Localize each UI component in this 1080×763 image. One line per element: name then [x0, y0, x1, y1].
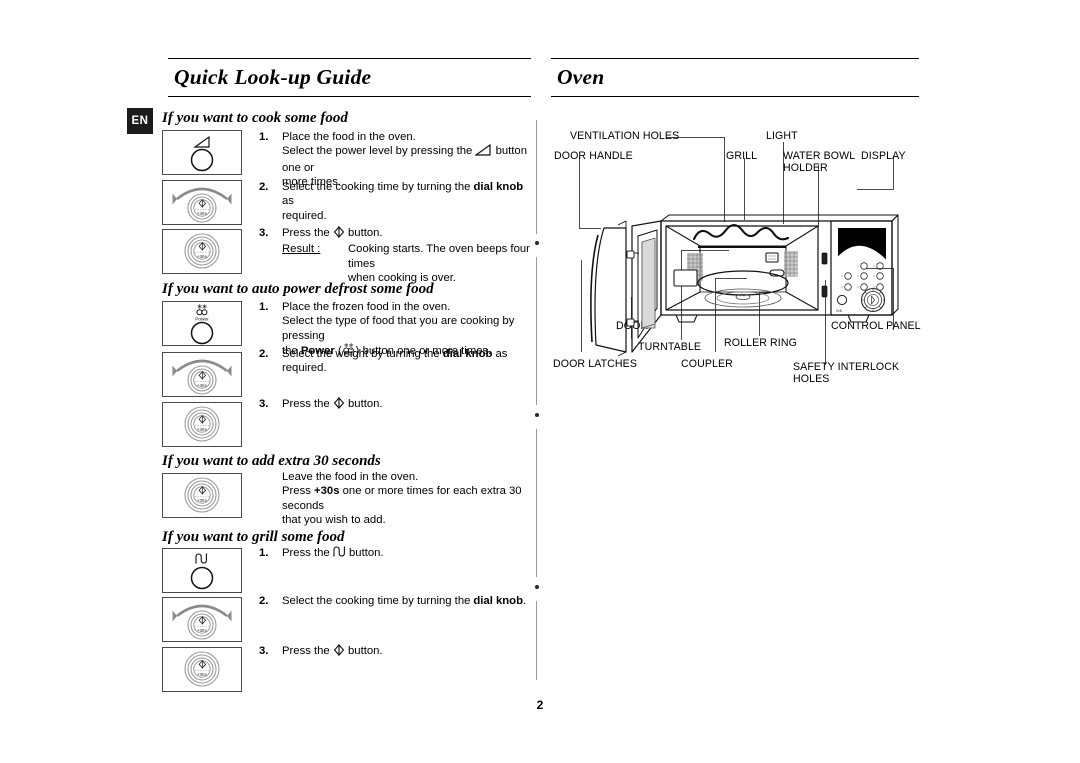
step-number: 1. [259, 131, 269, 143]
step-extra30-1: Leave the food in the oven. Press +30s o… [259, 470, 534, 528]
dial-knob-term: dial knob [473, 595, 523, 607]
divider-segment [536, 601, 537, 680]
svg-text:⌂: ⌂ [841, 274, 843, 278]
start-button-icon [333, 226, 345, 242]
svg-text:+30s: +30s [197, 427, 207, 432]
svg-text:⌂: ⌂ [873, 264, 875, 268]
icon-box-dial-knob-press-grill: +30s [162, 647, 242, 692]
svg-text:⌂: ⌂ [857, 285, 859, 289]
left-rule-bottom [168, 96, 531, 97]
dial-knob-term: dial knob [473, 181, 524, 193]
plus30s-term: +30s [314, 485, 340, 498]
step-text-line: required. [282, 209, 327, 222]
step-cook-3: 3. Press the button. Result : Cooking st… [259, 226, 534, 286]
section-heading-cook: If you want to cook some food [162, 110, 348, 126]
icon-box-power-level-button [162, 130, 242, 175]
step-number: 1. [259, 301, 269, 313]
step-text-line: Select the type of food that you are coo… [282, 315, 515, 342]
svg-text:+30s: +30s [197, 211, 207, 216]
svg-text:⌂: ⌂ [857, 264, 859, 268]
section-heading-grill: If you want to grill some food [162, 529, 345, 545]
result-text-line: Cooking starts. The oven beeps four time… [348, 243, 530, 270]
step-number: 3. [259, 398, 269, 410]
step-text-line: Leave the food in the oven. [282, 471, 419, 483]
divider-dot [534, 413, 539, 417]
step-number: 1. [259, 547, 269, 559]
divider-segment [536, 257, 537, 405]
dial-knob-term: dial knob [442, 348, 493, 360]
svg-text:+30s: +30s [197, 254, 207, 259]
section-heading-defrost: If you want to auto power defrost some f… [162, 281, 434, 297]
step-text-line: that you wish to add. [282, 514, 386, 527]
step-text-line: Place the food in the oven. [282, 131, 416, 143]
icon-box-dial-knob-turn-cook: +30s [162, 180, 242, 225]
step-text-line: Press +30s one or more times for each ex… [282, 485, 522, 512]
step-grill-3: 3. Press the button. [259, 644, 534, 660]
step-text-line: Place the frozen food in the oven. [282, 301, 451, 313]
step-grill-1: 1. Press the button. [259, 546, 534, 562]
step-text-line: Press the button. [282, 546, 534, 562]
oven-illustration: ⌂ ⌂ ⌂ ⌂ ⌂ ⌂ ⌂ ⌂ Grill [590, 214, 899, 357]
divider-segment [536, 429, 537, 577]
start-button-icon [333, 397, 345, 413]
right-rule-bottom [551, 96, 919, 97]
svg-text:Grill: Grill [836, 309, 842, 313]
divider-dot [534, 241, 539, 245]
icon-box-dial-knob-turn-grill: +30s [162, 597, 242, 642]
step-text-line: Select the power level by pressing the b… [282, 144, 527, 174]
page-title-right: Oven [557, 65, 605, 89]
grill-icon [332, 546, 346, 562]
svg-text:⌂: ⌂ [873, 274, 875, 278]
icon-box-plus30s: +30s [162, 473, 242, 518]
step-cook-2: 2. Select the cooking time by turning th… [259, 180, 534, 223]
power-level-icon [475, 144, 492, 160]
result-row: Result : Cooking starts. The oven beeps … [282, 242, 534, 271]
divider-dot [534, 585, 539, 589]
step-text-line: Select the cooking time by turning the di… [282, 595, 527, 607]
step-text-line: Press the button. [282, 226, 534, 242]
step-text-line: Select the cooking time by turning the d… [282, 181, 524, 208]
step-grill-2: 2. Select the cooking time by turning th… [259, 594, 534, 608]
icon-box-dial-knob-press-cook: +30s [162, 229, 242, 274]
step-text-line: Press the button. [282, 397, 534, 413]
step-number: 3. [259, 227, 269, 239]
page-number: 2 [536, 698, 544, 712]
step-number: 2. [259, 181, 269, 193]
step-defrost-2: 2. Select the weight by turning the dial… [259, 347, 534, 376]
step-text-line: Select the weight by turning the dial kn… [282, 348, 508, 375]
step-number: 2. [259, 595, 269, 607]
manual-page: Quick Look-up Guide Oven EN If you want … [0, 0, 1080, 763]
left-column-header: Quick Look-up Guide [168, 58, 531, 97]
step-defrost-3: 3. Press the button. [259, 397, 534, 413]
result-label: Result : [282, 243, 321, 256]
icon-box-dial-knob-press-defrost: +30s [162, 402, 242, 447]
icon-box-grill-button [162, 548, 242, 593]
step-text-line: Press the button. [282, 644, 534, 660]
svg-text:Power: Power [195, 317, 209, 323]
language-badge: EN [127, 108, 153, 134]
svg-text:+30s: +30s [197, 672, 207, 677]
divider-segment [536, 120, 537, 234]
right-column-header: Oven [551, 58, 919, 97]
svg-text:+30s: +30s [197, 383, 207, 388]
svg-text:⌂: ⌂ [841, 285, 843, 289]
section-heading-extra30: If you want to add extra 30 seconds [162, 453, 381, 469]
svg-text:+30s: +30s [197, 628, 207, 633]
svg-text:⌂: ⌂ [857, 274, 859, 278]
oven-diagram: VENTILATION HOLES LIGHT GRILL WATER BOWL… [548, 120, 948, 405]
page-title-left: Quick Look-up Guide [174, 65, 372, 89]
start-button-icon [333, 644, 345, 660]
icon-box-dial-knob-turn-defrost: +30s [162, 352, 242, 397]
icon-box-power-defrost-button: Power [162, 301, 242, 346]
step-number: 3. [259, 645, 269, 657]
svg-text:+30s: +30s [197, 498, 207, 503]
step-number: 2. [259, 348, 269, 360]
